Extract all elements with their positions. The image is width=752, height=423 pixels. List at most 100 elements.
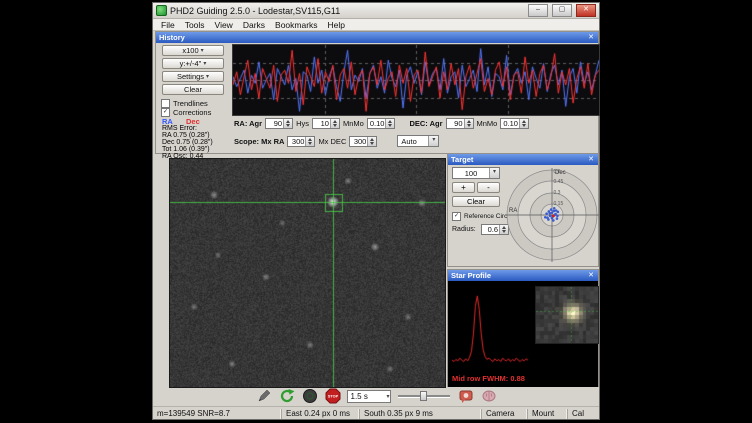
history-close-icon[interactable]: ✕ xyxy=(587,33,595,42)
vscale-label: y:+/-4" xyxy=(180,59,202,68)
guide-icon xyxy=(302,388,318,404)
menu-bookmarks[interactable]: Bookmarks xyxy=(270,20,323,30)
brain-icon xyxy=(481,388,497,404)
corrections-checkbox-box[interactable]: ✓ xyxy=(161,108,170,117)
status-mount: Mount xyxy=(527,409,567,419)
target-clear-button[interactable]: Clear xyxy=(452,196,500,207)
ra-aggression-value: 90 xyxy=(268,119,283,128)
target-zoom-out-button[interactable]: - xyxy=(477,182,500,193)
gamma-slider[interactable] xyxy=(396,389,452,403)
dec-guide-mode-value: Auto xyxy=(401,137,425,146)
vscale-select[interactable]: y:+/-4" ▾ xyxy=(162,58,224,69)
dropdown-arrow-icon: ▾ xyxy=(386,393,389,400)
menubar: File Tools View Darks Bookmarks Help xyxy=(153,19,599,31)
spinner-arrows-icon[interactable] xyxy=(330,119,339,128)
dropdown-arrow-icon: ▾ xyxy=(206,73,209,80)
spinner-arrows-icon[interactable] xyxy=(367,137,376,146)
target-zoom-select[interactable]: 100 ▾ xyxy=(452,167,500,179)
hscale-label: x100 xyxy=(182,46,198,55)
fwhm-readout: Mid row FWHM: 0.88 xyxy=(452,374,525,383)
menu-darks[interactable]: Darks xyxy=(238,20,270,30)
dec-aggression-value: 90 xyxy=(449,119,464,128)
dropdown-arrow-icon: ▾ xyxy=(201,47,204,54)
target-bullseye-plot: Dec RA 0.15 0.3 0.45 0.6 xyxy=(503,165,599,266)
dropdown-arrow-icon: ▾ xyxy=(428,136,438,146)
statusbar: m=139549 SNR=8.7 East 0.24 px 0 ms South… xyxy=(153,406,599,420)
ra-minmove-spinner[interactable]: 0.10 xyxy=(367,118,396,129)
clear-history-button[interactable]: Clear xyxy=(162,84,224,95)
menu-view[interactable]: View xyxy=(210,20,238,30)
rms-ra-value: RA 0.75 (0.28") xyxy=(162,132,210,139)
star-profile-close-icon[interactable]: ✕ xyxy=(587,271,595,280)
brain-button[interactable] xyxy=(480,388,498,405)
stop-button[interactable]: STOP xyxy=(324,388,342,405)
guide-button[interactable] xyxy=(301,388,319,405)
auto-select-star-button[interactable] xyxy=(255,388,273,405)
status-east-correction: East 0.24 px 0 ms xyxy=(281,409,359,419)
target-zoom-in-button[interactable]: + xyxy=(452,182,475,193)
trendlines-checkbox[interactable]: Trendlines xyxy=(161,99,208,108)
ra-aggression-spinner[interactable]: 90 xyxy=(265,118,293,129)
radius-label: Radius: xyxy=(452,226,476,233)
menu-help[interactable]: Help xyxy=(323,20,350,30)
spinner-arrows-icon[interactable] xyxy=(385,119,394,128)
star-profile-caption-title: Star Profile xyxy=(451,271,587,280)
phd2-window: PHD2 Guiding 2.5.0 - Lodestar,SV115,G11 … xyxy=(152,2,600,420)
status-star-info: m=139549 SNR=8.7 xyxy=(153,409,281,419)
spinner-arrows-icon[interactable] xyxy=(283,119,292,128)
hscale-select[interactable]: x100 ▾ xyxy=(162,45,224,56)
corrections-checkbox[interactable]: ✓ Corrections xyxy=(161,108,211,117)
exposure-select[interactable]: 1.5 s ▾ xyxy=(347,390,391,403)
target-close-icon[interactable]: ✕ xyxy=(587,155,595,164)
target-pane: Target ✕ 100 ▾ + - Clear ✓ Reference Cir… xyxy=(447,153,599,267)
loop-exposures-button[interactable] xyxy=(278,388,296,405)
history-caption-title: History xyxy=(159,33,587,42)
clear-history-label: Clear xyxy=(184,85,202,94)
dropdown-arrow-icon: ▾ xyxy=(203,60,206,67)
titlebar[interactable]: PHD2 Guiding 2.5.0 - Lodestar,SV115,G11 … xyxy=(153,3,599,19)
trendlines-checkbox-box[interactable] xyxy=(161,99,170,108)
settings-label: Settings xyxy=(177,72,204,81)
minimize-button[interactable]: – xyxy=(528,4,548,17)
guide-camera-view[interactable] xyxy=(169,158,446,388)
target-ra-axis-label: RA xyxy=(509,208,517,214)
spinner-arrows-icon[interactable] xyxy=(519,119,528,128)
star-select-pen-icon xyxy=(256,388,272,404)
history-body: x100 ▾ y:+/-4" ▾ Settings ▾ Clear Trendl… xyxy=(156,43,598,153)
dec-agr-label: DEC: Agr xyxy=(409,119,442,128)
menu-tools[interactable]: Tools xyxy=(180,20,210,30)
dec-aggression-spinner[interactable]: 90 xyxy=(446,118,474,129)
rms-dec-value: Dec 0.75 (0.28") xyxy=(162,139,213,146)
main-toolbar: STOP 1.5 s ▾ xyxy=(153,387,599,405)
max-ra-spinner[interactable]: 300 xyxy=(287,136,315,147)
camera-properties-button[interactable] xyxy=(457,388,475,405)
hysteresis-spinner[interactable]: 10 xyxy=(312,118,340,129)
dec-mnmo-label: MnMo xyxy=(477,119,498,128)
settings-select[interactable]: Settings ▾ xyxy=(162,71,224,82)
close-button[interactable]: ✕ xyxy=(576,4,596,17)
spinner-arrows-icon[interactable] xyxy=(305,137,314,146)
camera-properties-icon xyxy=(458,388,474,404)
maximize-button[interactable]: ▢ xyxy=(552,4,572,17)
history-graph xyxy=(232,44,600,116)
guide-params-row1: RA: Agr 90 Hys 10 MnMo 0.10 xyxy=(234,118,529,129)
dec-minmove-spinner[interactable]: 0.10 xyxy=(500,118,529,129)
status-cal: Cal xyxy=(567,409,599,419)
status-south-correction: South 0.35 px 9 ms xyxy=(359,409,443,419)
reference-circle-checkbox-box[interactable]: ✓ xyxy=(452,212,461,221)
star-profile-pane: Star Profile ✕ Mid row FWHM: 0.88 xyxy=(447,269,599,387)
target-caption[interactable]: Target ✕ xyxy=(448,154,598,165)
window-title: PHD2 Guiding 2.5.0 - Lodestar,SV115,G11 xyxy=(170,6,524,16)
max-ra-value: 300 xyxy=(290,137,305,146)
trendlines-label: Trendlines xyxy=(173,99,208,108)
rms-error-title: RMS Error: xyxy=(162,125,197,132)
dec-guide-mode-select[interactable]: Auto ▾ xyxy=(397,135,439,147)
menu-file[interactable]: File xyxy=(156,20,180,30)
history-caption[interactable]: History ✕ xyxy=(156,32,598,43)
spinner-arrows-icon[interactable] xyxy=(464,119,473,128)
slider-thumb[interactable] xyxy=(420,391,427,401)
max-dec-value: 300 xyxy=(352,137,367,146)
corrections-label: Corrections xyxy=(173,108,211,117)
max-dec-spinner[interactable]: 300 xyxy=(349,136,377,147)
star-profile-caption[interactable]: Star Profile ✕ xyxy=(448,270,598,281)
